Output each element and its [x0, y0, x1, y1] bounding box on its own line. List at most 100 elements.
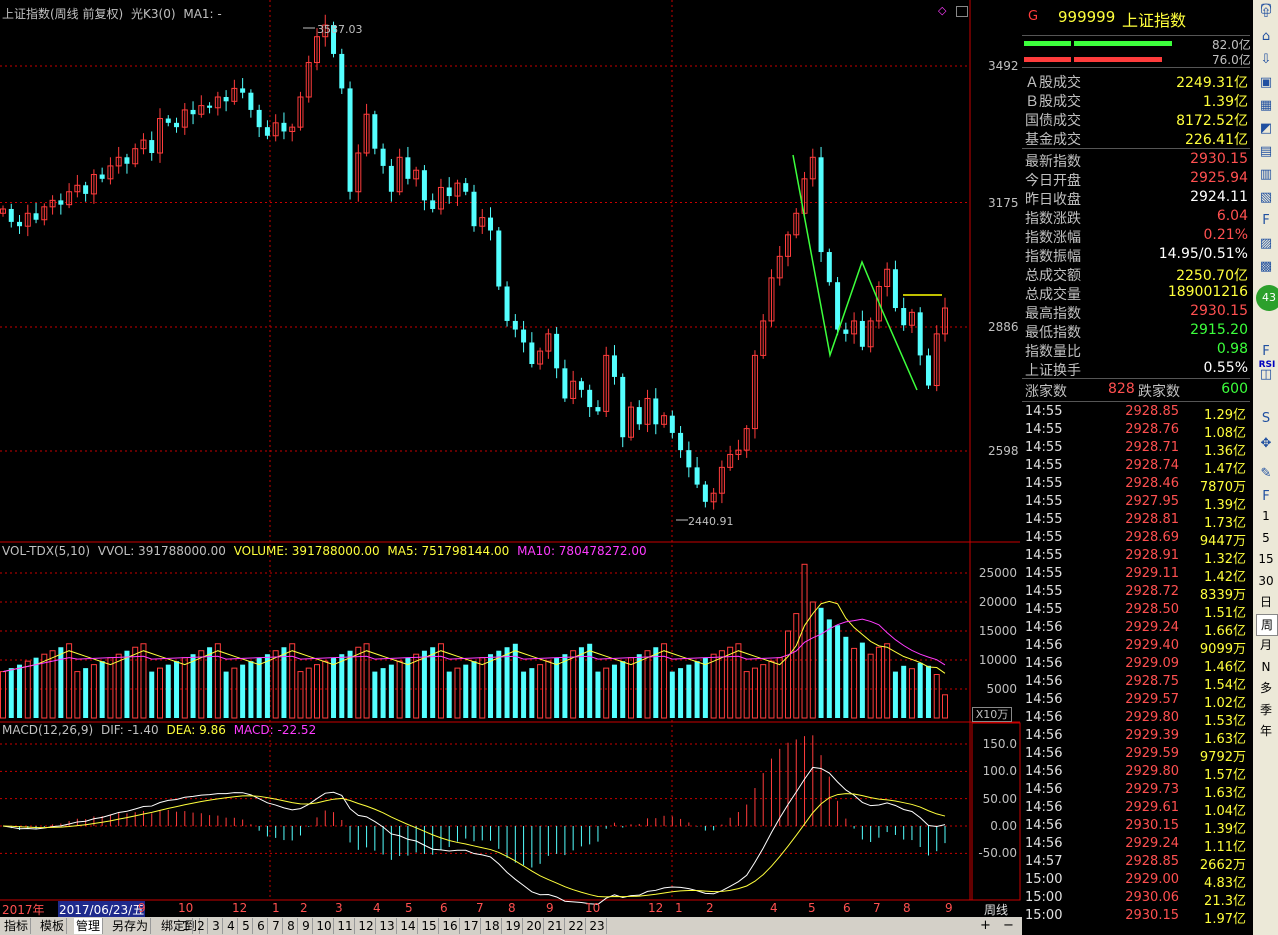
turnover-value: 1.39亿 [1202, 94, 1248, 110]
template-number-tab[interactable]: 5 [240, 918, 253, 934]
high-price-label: 3587.03 [317, 23, 363, 36]
template-number-tab[interactable]: 13 [378, 918, 397, 934]
template-number-tab[interactable]: 20 [525, 918, 544, 934]
template-number-tab[interactable]: 6 [255, 918, 268, 934]
stat-value: 0.21% [1203, 227, 1248, 243]
template-number-tab[interactable]: 7 [270, 918, 283, 934]
f10-icon[interactable]: F [1256, 212, 1276, 230]
period-button[interactable]: 30 [1256, 571, 1276, 591]
period-button[interactable]: 5 [1256, 528, 1276, 548]
candle-down [578, 381, 584, 390]
template-number-tab[interactable]: 16 [441, 918, 460, 934]
volume-bar [595, 671, 601, 718]
window2-icon[interactable]: ▢ [1256, 0, 1276, 18]
vol-name[interactable]: VOL-TDX(5,10) [2, 544, 90, 558]
period-button[interactable]: 周 [1256, 613, 1278, 636]
turnover-row: Ｂ股成交 1.39亿 [1022, 91, 1250, 110]
template-number-tab[interactable]: 15 [420, 918, 439, 934]
f2-icon[interactable]: F [1256, 343, 1276, 361]
tick-amount: 1.57亿 [1204, 768, 1246, 783]
volume-bar [702, 657, 708, 718]
template-number-tab[interactable]: 4 [225, 918, 238, 934]
tick-price: 2928.85 [1125, 404, 1179, 419]
template-number-tab[interactable]: 23 [588, 918, 607, 934]
home-icon[interactable]: ⌂ [1256, 28, 1276, 46]
period-button[interactable]: N [1256, 657, 1276, 677]
volume-value: VOLUME: 391788000.00 [233, 544, 380, 558]
candle-icon[interactable]: ▥ [1256, 166, 1276, 184]
down-arrow-icon[interactable]: ⇩ [1256, 51, 1276, 69]
period-button[interactable]: 日 [1256, 592, 1276, 612]
period-button[interactable]: 月 [1256, 635, 1276, 655]
calendar-icon[interactable]: ▩ [1256, 258, 1276, 276]
diamond-icon[interactable]: ◇ [938, 4, 946, 17]
tick-row: 14:56 2929.73 1.63亿 [1022, 782, 1250, 801]
tick-time: 15:00 [1025, 872, 1063, 887]
template-number-tab[interactable]: 12 [357, 918, 376, 934]
candle-down [669, 415, 675, 433]
tick-row: 14:55 2928.72 8339万 [1022, 584, 1250, 603]
indicator-label[interactable]: 光K3(0) [131, 7, 176, 21]
tick-amount: 1.39亿 [1204, 498, 1246, 513]
candle-down [430, 200, 436, 209]
template-number-tab[interactable]: 19 [504, 918, 523, 934]
stat-value: 2915.20 [1190, 322, 1248, 338]
line-chart-icon[interactable]: ◩ [1256, 120, 1276, 138]
move-icon[interactable]: ✥ [1256, 435, 1276, 453]
template-number-tab[interactable]: 17 [462, 918, 481, 934]
bottom-tab-3[interactable]: 另存为 [110, 918, 152, 934]
period-label[interactable]: 周线 [984, 901, 1008, 918]
tick-amount: 1.02亿 [1204, 696, 1246, 711]
period-button[interactable]: 年 [1256, 721, 1276, 741]
template-number-tab[interactable]: 11 [336, 918, 355, 934]
badge-43[interactable]: 43 [1256, 285, 1278, 311]
volume-bar [339, 654, 345, 718]
f5-icon[interactable]: F [1256, 488, 1276, 506]
template-number-tab[interactable]: 21 [546, 918, 565, 934]
macd-name[interactable]: MACD(12,26,9) [2, 723, 93, 737]
s-icon[interactable]: S [1256, 410, 1276, 428]
table-icon[interactable]: ▤ [1256, 143, 1276, 161]
bottom-tab-1[interactable]: 模板 [38, 918, 68, 934]
pen-icon[interactable]: ✎ [1256, 465, 1276, 483]
grid-icon[interactable]: ▦ [1256, 97, 1276, 115]
volume-bar [388, 664, 394, 718]
zoom-out-button[interactable]: − [1003, 918, 1014, 933]
maximize-icon[interactable] [956, 6, 968, 17]
news-icon[interactable]: ▨ [1256, 235, 1276, 253]
tick-amount: 7870万 [1199, 480, 1246, 495]
tick-price: 2927.95 [1125, 494, 1179, 509]
bottom-tab-2[interactable]: 管理 [74, 918, 104, 934]
stat-row: 最高指数 2930.15 [1022, 303, 1250, 322]
tick-row: 14:57 2928.85 2662万 [1022, 854, 1250, 873]
template-number-tab[interactable]: 2 [195, 918, 208, 934]
template-number-tab[interactable]: 8 [285, 918, 298, 934]
template-number-tab[interactable]: 14 [399, 918, 418, 934]
list-icon[interactable]: ▧ [1256, 189, 1276, 207]
price-axis-label: 2886 [988, 319, 1019, 334]
bottom-tab-0[interactable]: 指标 [2, 918, 32, 934]
date-axis-label: 10 [178, 901, 194, 915]
tick-amount: 1.11亿 [1204, 840, 1246, 855]
zoom-in-button[interactable]: + [980, 918, 991, 933]
stat-value: 14.95/0.51% [1158, 246, 1248, 262]
volume-bar [496, 650, 502, 718]
template-number-tab[interactable]: 18 [483, 918, 502, 934]
tick-amount: 1.29亿 [1204, 408, 1246, 423]
rsi-icon[interactable]: RSI [1257, 360, 1277, 374]
tick-price: 2928.69 [1125, 530, 1179, 545]
template-number-tab[interactable]: 9 [300, 918, 313, 934]
period-button[interactable]: 15 [1256, 549, 1276, 569]
window-icon[interactable]: ▣ [1256, 74, 1276, 92]
date-axis-label: 7 [873, 901, 881, 915]
kline-chart[interactable]: 3587.03 2440.91 [0, 0, 1022, 935]
template-number-tab[interactable]: 10 [315, 918, 334, 934]
template-number-tab[interactable]: 1 [180, 918, 193, 934]
period-button[interactable]: 季 [1256, 700, 1276, 720]
period-button[interactable]: 1 [1256, 506, 1276, 526]
vvol-value: VVOL: 391788000.00 [97, 544, 226, 558]
stat-value: 2930.15 [1190, 303, 1248, 319]
period-button[interactable]: 多 [1256, 678, 1276, 698]
template-number-tab[interactable]: 22 [567, 918, 586, 934]
template-number-tab[interactable]: 3 [210, 918, 223, 934]
